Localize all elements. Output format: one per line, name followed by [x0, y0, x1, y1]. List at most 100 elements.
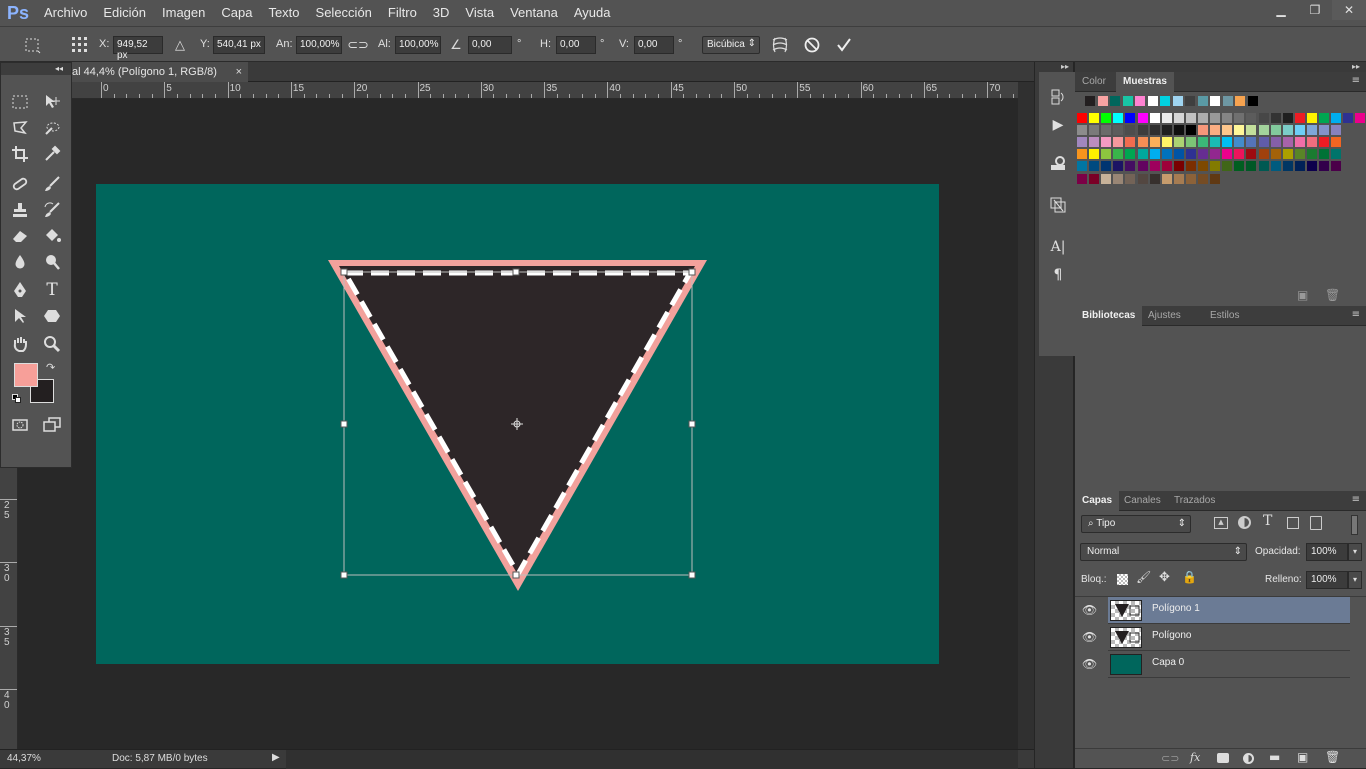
- menu-filtro[interactable]: Filtro: [380, 0, 425, 26]
- color-swatch[interactable]: [1101, 173, 1112, 184]
- healing-brush-tool-icon[interactable]: [7, 173, 33, 195]
- opacity-field[interactable]: 100%: [1306, 543, 1348, 561]
- color-swatch[interactable]: [1185, 137, 1196, 148]
- color-swatch[interactable]: [1125, 149, 1136, 160]
- color-swatch[interactable]: [1331, 149, 1342, 160]
- color-swatch[interactable]: [1077, 137, 1087, 148]
- marquee-tool-icon[interactable]: [7, 91, 33, 113]
- menu-vista[interactable]: Vista: [457, 0, 502, 26]
- color-swatch[interactable]: [1198, 137, 1208, 148]
- color-swatch[interactable]: [1185, 96, 1195, 106]
- color-swatch[interactable]: [1122, 96, 1133, 106]
- new-layer-icon[interactable]: ▣: [1297, 750, 1308, 764]
- color-swatch[interactable]: [1210, 137, 1221, 148]
- color-swatch[interactable]: [1113, 125, 1124, 136]
- color-swatch[interactable]: [1222, 149, 1233, 160]
- vskew-field[interactable]: 0,00: [634, 36, 674, 54]
- color-swatch[interactable]: [1161, 161, 1172, 172]
- minimize-button[interactable]: ▁: [1264, 0, 1298, 20]
- color-swatch[interactable]: [1085, 96, 1095, 106]
- color-swatch[interactable]: [1222, 113, 1233, 123]
- color-swatch[interactable]: [1258, 137, 1269, 148]
- delete-layer-icon[interactable]: 🗑: [1325, 750, 1340, 764]
- fill-dropdown-icon[interactable]: ▾: [1348, 571, 1362, 589]
- color-swatch[interactable]: [1294, 149, 1305, 160]
- color-swatch[interactable]: [1258, 113, 1269, 123]
- color-swatch[interactable]: [1137, 161, 1148, 172]
- swap-colors-icon[interactable]: ↷: [46, 361, 55, 374]
- color-swatch[interactable]: [1355, 113, 1366, 123]
- menu-texto[interactable]: Texto: [260, 0, 307, 26]
- tab-styles[interactable]: Estilos: [1203, 306, 1246, 326]
- foreground-color-swatch[interactable]: [14, 363, 38, 387]
- color-swatch[interactable]: [1149, 113, 1160, 123]
- color-swatch[interactable]: [1113, 149, 1124, 160]
- color-swatch[interactable]: [1319, 113, 1329, 123]
- height-field[interactable]: 100,00%: [395, 36, 441, 54]
- color-swatch[interactable]: [1137, 149, 1148, 160]
- quick-select-tool-icon[interactable]: [39, 117, 65, 139]
- menu-archivo[interactable]: Archivo: [36, 0, 95, 26]
- eyedropper-tool-icon[interactable]: [39, 143, 65, 165]
- color-swatch[interactable]: [1137, 125, 1148, 136]
- color-swatch[interactable]: [1319, 125, 1329, 136]
- color-swatch[interactable]: [1222, 161, 1233, 172]
- icon-strip-header[interactable]: ▸▸: [1061, 62, 1069, 71]
- blend-mode-select[interactable]: Normal ⇕: [1080, 543, 1247, 561]
- color-swatch[interactable]: [1331, 137, 1342, 148]
- color-swatch[interactable]: [1113, 173, 1124, 184]
- menu-ayuda[interactable]: Ayuda: [566, 0, 619, 26]
- lock-all-icon[interactable]: 🔒: [1182, 570, 1197, 584]
- panel-menu-icon[interactable]: ≡: [1352, 309, 1360, 320]
- tab-layers[interactable]: Capas: [1075, 491, 1120, 511]
- color-swatch[interactable]: [1210, 96, 1220, 106]
- color-swatch[interactable]: [1077, 149, 1087, 160]
- dodge-tool-icon[interactable]: [39, 251, 65, 273]
- crop-tool-icon[interactable]: [7, 143, 33, 165]
- color-swatch[interactable]: [1077, 161, 1087, 172]
- zoom-tool-icon[interactable]: [39, 333, 65, 355]
- color-swatch[interactable]: [1246, 161, 1257, 172]
- color-swatch[interactable]: [1282, 161, 1293, 172]
- tab-paths[interactable]: Trazados: [1167, 491, 1222, 511]
- color-swatch[interactable]: [1125, 137, 1136, 148]
- color-swatch[interactable]: [1247, 96, 1258, 106]
- pen-tool-icon[interactable]: [7, 279, 33, 301]
- blur-tool-icon[interactable]: [7, 251, 33, 273]
- menu-edici-n[interactable]: Edición: [95, 0, 154, 26]
- lock-image-icon[interactable]: 🖌: [1136, 570, 1151, 584]
- color-swatch[interactable]: [1294, 113, 1305, 123]
- color-swatch[interactable]: [1185, 173, 1196, 184]
- opacity-dropdown-icon[interactable]: ▾: [1348, 543, 1362, 561]
- color-swatch[interactable]: [1149, 173, 1160, 184]
- filter-shape-icon[interactable]: [1287, 517, 1299, 529]
- color-swatch[interactable]: [1246, 125, 1257, 136]
- color-swatch[interactable]: [1089, 113, 1100, 123]
- cancel-transform-icon[interactable]: [802, 35, 822, 55]
- history-panel-icon[interactable]: [1047, 86, 1069, 108]
- filter-pixel-icon[interactable]: ▲: [1214, 517, 1228, 529]
- character-panel-icon[interactable]: A|: [1047, 236, 1069, 258]
- color-swatch[interactable]: [1110, 96, 1120, 106]
- color-swatch[interactable]: [1147, 96, 1158, 106]
- tab-color[interactable]: Color: [1075, 72, 1113, 92]
- color-swatch[interactable]: [1135, 96, 1145, 106]
- color-swatch[interactable]: [1319, 161, 1329, 172]
- filter-adjustment-icon[interactable]: [1238, 516, 1251, 529]
- layer-name[interactable]: Polígono 1: [1152, 603, 1200, 614]
- color-swatch[interactable]: [1306, 161, 1317, 172]
- color-swatch[interactable]: [1222, 125, 1233, 136]
- actions-play-icon[interactable]: ▶: [1047, 114, 1069, 136]
- color-swatch[interactable]: [1331, 161, 1342, 172]
- color-swatch[interactable]: [1246, 137, 1257, 148]
- color-swatch[interactable]: [1258, 149, 1269, 160]
- color-swatch[interactable]: [1125, 173, 1136, 184]
- color-swatch[interactable]: [1173, 113, 1184, 123]
- delete-swatch-icon[interactable]: 🗑: [1325, 288, 1340, 302]
- link-icon[interactable]: ⊂⊃: [347, 35, 369, 55]
- zoom-level[interactable]: 44,37%: [7, 753, 41, 764]
- default-colors-icon[interactable]: [12, 394, 22, 404]
- quick-mask-icon[interactable]: [7, 414, 33, 436]
- color-swatch[interactable]: [1161, 113, 1172, 123]
- color-swatch[interactable]: [1097, 96, 1108, 106]
